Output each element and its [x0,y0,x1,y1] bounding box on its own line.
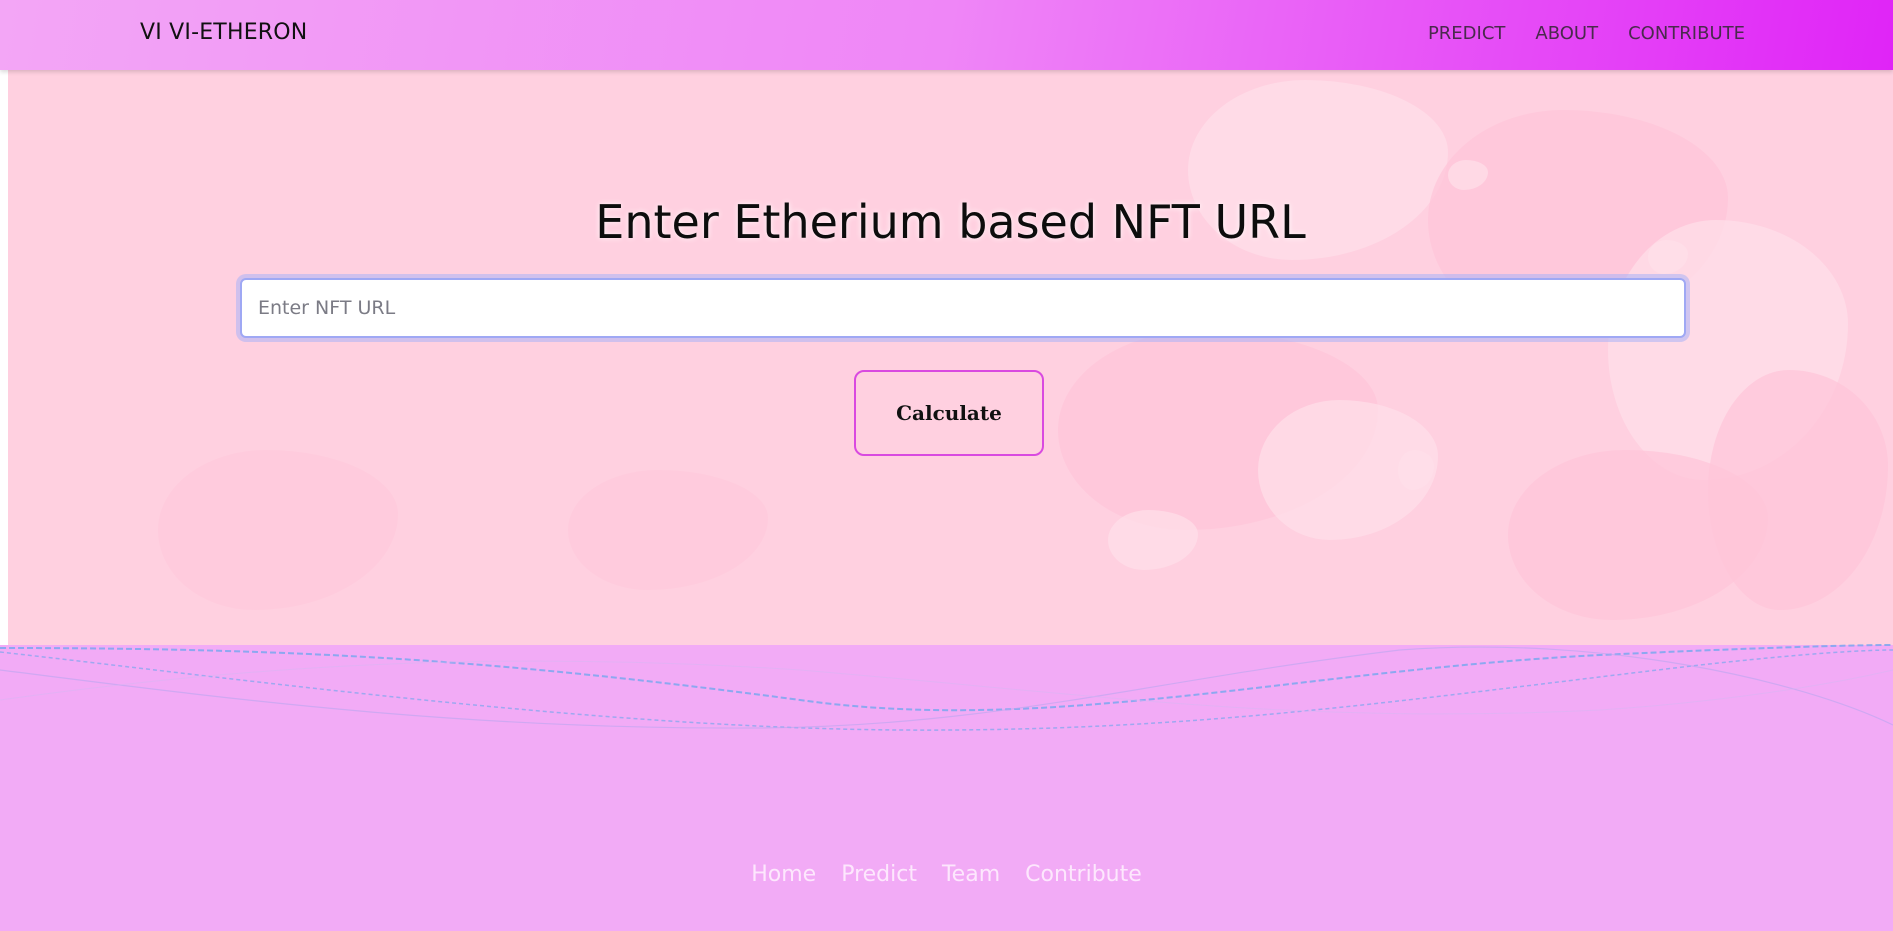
background-blob [158,450,398,610]
background-blob [568,470,768,590]
page-left-edge [0,70,8,645]
footer-wave-decoration [0,644,1893,735]
nav-links: PREDICT ABOUT CONTRIBUTE [1428,23,1745,44]
page-title: Enter Etherium based NFT URL [595,195,1306,249]
hero-section: Enter Etherium based NFT URL Calculate [8,70,1893,645]
footer-link-contribute[interactable]: Contribute [1025,862,1142,887]
background-blob [1108,510,1198,570]
page: VI VI-ETHERON PREDICT ABOUT CONTRIBUTE E… [0,0,1893,931]
nav-link-contribute[interactable]: CONTRIBUTE [1628,23,1745,44]
footer-link-home[interactable]: Home [751,862,816,887]
footer-link-predict[interactable]: Predict [841,862,917,887]
footer-links: Home Predict Team Contribute [0,862,1893,887]
calculate-button[interactable]: Calculate [854,370,1044,456]
footer-link-team[interactable]: Team [942,862,1000,887]
nft-url-input[interactable] [240,278,1686,338]
brand-logo-text[interactable]: VI VI-ETHERON [140,20,307,45]
nav-link-predict[interactable]: PREDICT [1428,23,1505,44]
background-blob [1708,370,1888,610]
nav-link-about[interactable]: ABOUT [1535,23,1598,44]
top-navbar: VI VI-ETHERON PREDICT ABOUT CONTRIBUTE [0,0,1893,70]
